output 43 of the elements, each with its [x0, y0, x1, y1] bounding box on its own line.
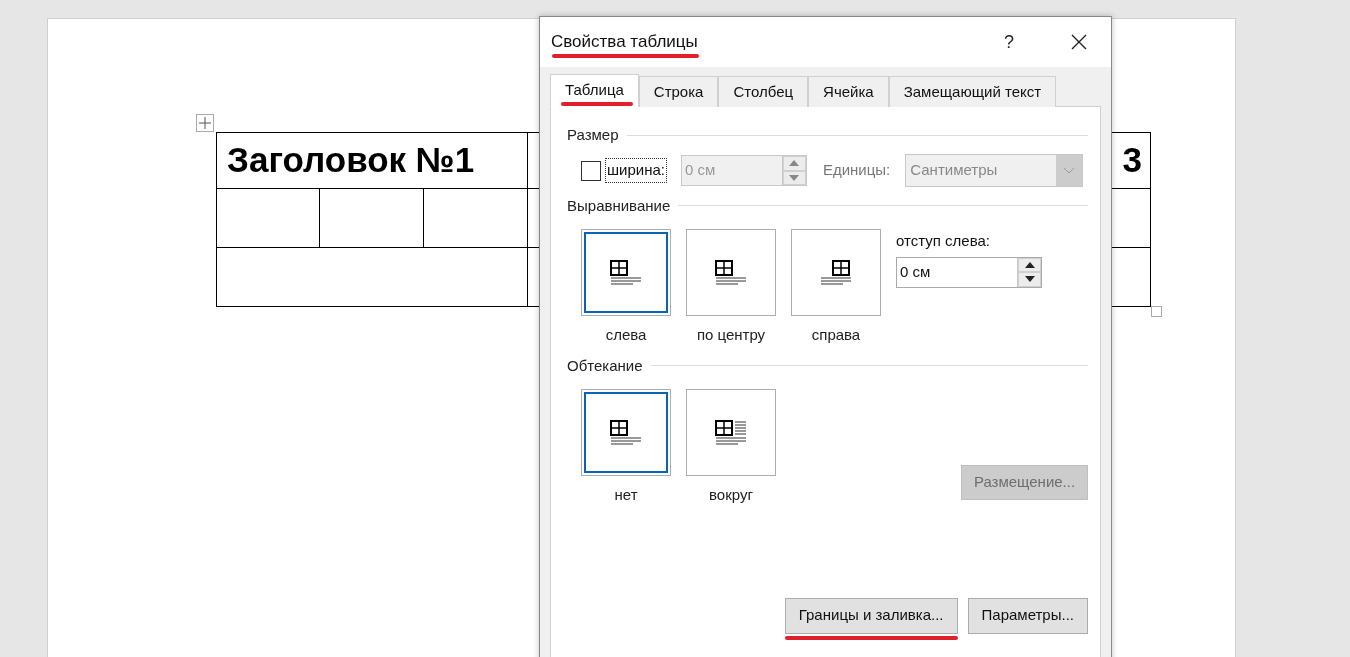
checkbox-label: ширина:: [605, 158, 667, 183]
indent-label: отступ слева:: [896, 231, 991, 251]
down-arrow-icon: [1024, 276, 1035, 283]
tab[interactable]: Строка: [638, 76, 719, 107]
tab[interactable]: Таблица: [550, 74, 639, 107]
table-text-icon: [609, 419, 643, 446]
table-wrapped-text-icon: [714, 419, 748, 446]
option-tile[interactable]: [581, 389, 671, 476]
section-heading: Размер: [567, 125, 619, 145]
close-icon: [1071, 34, 1087, 50]
option-label: вокруг: [709, 485, 753, 505]
heading-text: 3: [1122, 140, 1142, 180]
option-label: нет: [614, 485, 638, 505]
indent-field[interactable]: 0 см: [896, 256, 1042, 288]
tab[interactable]: Ячейка: [808, 76, 889, 107]
option-label: слева: [605, 325, 647, 345]
tab[interactable]: Замещающий текст: [888, 76, 1057, 107]
resize-handle[interactable]: [1151, 306, 1162, 317]
table-text-icon: [714, 259, 748, 286]
option-tile[interactable]: [686, 229, 776, 316]
table-text-icon: [819, 259, 853, 286]
dialog-button[interactable]: Параметры...: [967, 597, 1088, 634]
option-label: справа: [811, 325, 861, 345]
table-text-icon: [609, 259, 643, 286]
option-tile[interactable]: [581, 229, 671, 316]
section-heading: Выравнивание: [567, 195, 671, 216]
heading-text: Заголовок №1: [227, 140, 475, 180]
down-arrow-icon: [789, 174, 800, 181]
up-arrow-icon: [789, 160, 800, 167]
tab[interactable]: Столбец: [718, 76, 809, 107]
dialog-button[interactable]: Границы и заливка...: [784, 597, 958, 634]
checkbox[interactable]: [581, 160, 601, 181]
up-arrow-icon: [1024, 261, 1035, 268]
option-label: по центру: [696, 325, 766, 345]
option-tile[interactable]: [791, 229, 881, 316]
dialog-title: Свойства таблицы: [551, 31, 698, 54]
units-label: Единицы:: [822, 160, 891, 181]
option-tile[interactable]: [686, 389, 776, 476]
move-handle-icon[interactable]: [196, 114, 214, 132]
help-button[interactable]: ?: [989, 22, 1029, 62]
chevron-down-icon: [1063, 167, 1076, 174]
spin-arrows[interactable]: [1017, 257, 1041, 287]
section-heading: Обтекание: [567, 355, 643, 376]
